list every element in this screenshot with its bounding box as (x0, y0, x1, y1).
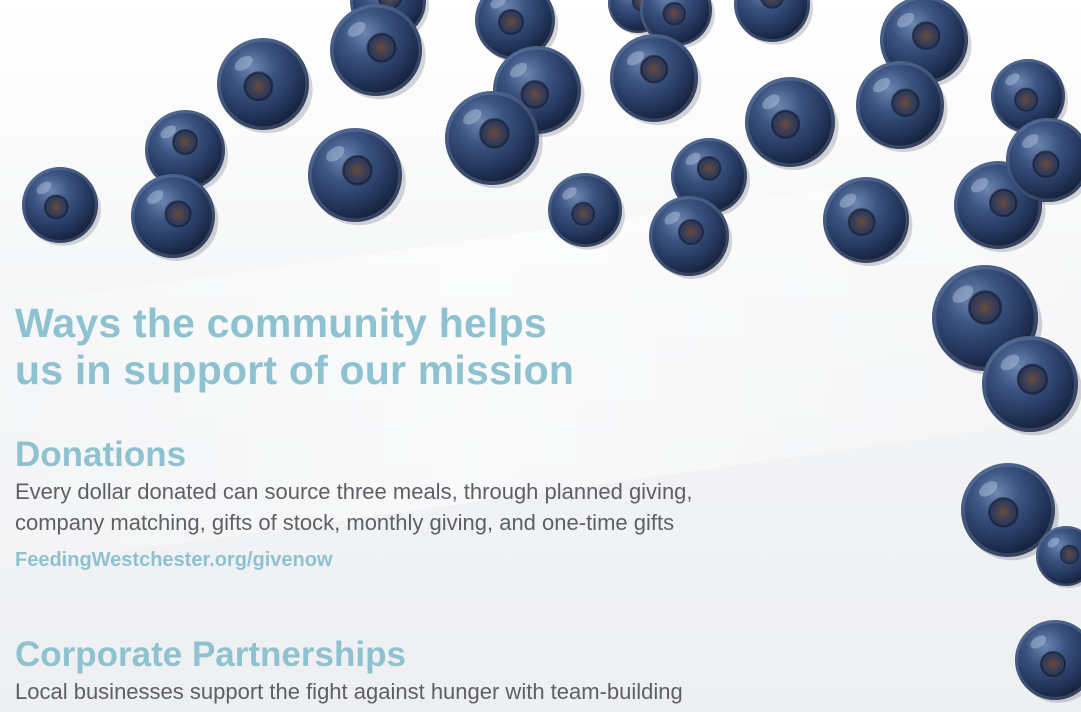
section-donations: Donations Every dollar donated can sourc… (15, 435, 693, 573)
flyer-page: Ways the community helps us in support o… (0, 0, 1081, 712)
blueberry-icon (744, 77, 839, 171)
blueberry-icon (547, 172, 625, 250)
blueberry-icon (822, 177, 913, 267)
section-corporate-partnerships: Corporate Partnerships Local businesses … (15, 635, 683, 707)
blueberry-icon (308, 128, 406, 226)
page-headline: Ways the community helps us in support o… (15, 300, 575, 393)
corporate-partnerships-title: Corporate Partnerships (15, 635, 406, 674)
blueberry-icon (22, 167, 102, 246)
content-area: Ways the community helps us in support o… (15, 300, 955, 704)
blueberry-icon (1015, 620, 1081, 703)
give-now-link[interactable]: FeedingWestchester.org/givenow (15, 547, 332, 573)
blueberry-icon (734, 0, 814, 45)
corporate-partnerships-body: Local businesses support the fight again… (15, 679, 683, 704)
blueberry-icon (216, 38, 313, 134)
donations-body: Every dollar donated can source three me… (15, 479, 693, 535)
blueberry-icon (981, 335, 1081, 436)
blueberry-icon (610, 33, 702, 126)
donations-title: Donations (15, 435, 187, 474)
